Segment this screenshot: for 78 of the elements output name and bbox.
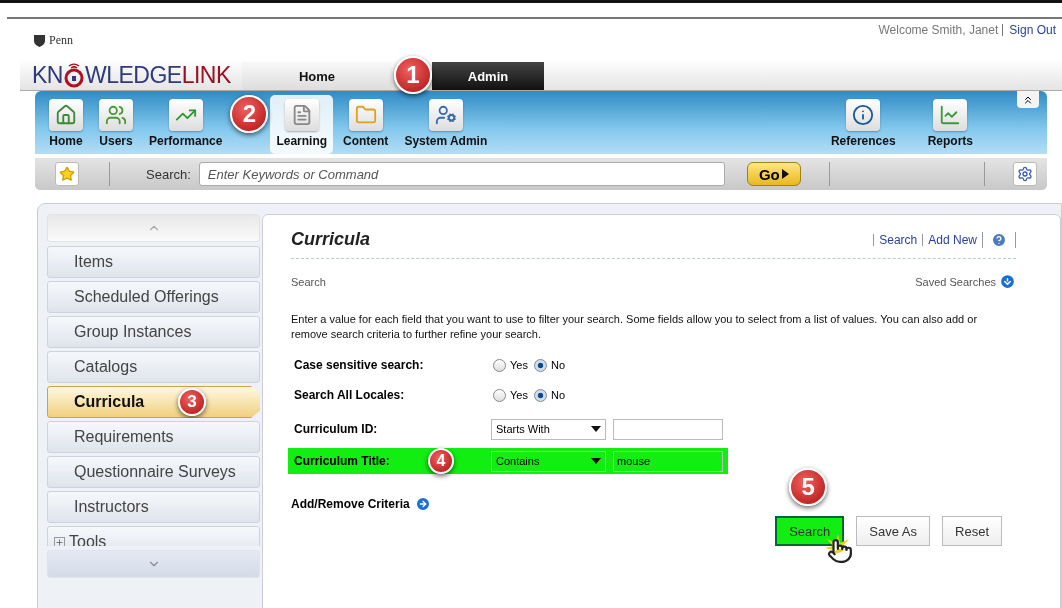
sidebar-item[interactable]: Requirements [47,421,260,453]
expand-icon [54,536,65,546]
radio-label: No [550,389,565,401]
sidebar-item[interactable]: Group Instances [47,316,260,348]
users-icon [105,104,127,126]
action-button[interactable]: Search [775,516,845,546]
university-name: Penn [49,33,73,48]
collapse-button[interactable] [1017,91,1039,108]
star-icon [59,166,75,182]
toolbar-button[interactable]: Reports [921,95,979,154]
operator-dropdown[interactable]: Starts With [491,418,606,440]
go-button[interactable]: Go [746,162,801,186]
toolbar-button[interactable]: Learning [270,95,334,154]
search-field[interactable]: Enter Keywords or Command [198,162,725,186]
sidebar-item[interactable]: Items [47,246,260,278]
logo-text: KN [32,61,63,89]
step-number-badge: 4 [428,448,454,474]
logo-text: WLEDGE [84,61,182,89]
criteria-label: Curriculum Title: [294,454,390,468]
header-link[interactable]: Add New [922,233,982,246]
toolbar-button[interactable]: Content [337,95,395,154]
house-icon [55,104,77,126]
arrow-down-icon [999,273,1016,290]
criteria-input[interactable]: mouse [613,450,723,472]
arrow-right-icon [414,496,431,512]
radio-button[interactable] [533,358,547,372]
signal-ring-icon [62,62,85,88]
dropdown-arrow-icon [591,458,601,464]
action-button[interactable]: Reset [942,516,1002,546]
info-icon [852,104,875,126]
step-number-badge: 3 [178,388,206,416]
radio-label: No [550,359,565,371]
option-label: Search All Locales: [294,388,406,402]
page-title: Curricula [291,229,371,250]
step-number-badge: 2 [230,95,269,133]
instructions-text: Enter a value for each field that you want to use to filter your search. Some fields allow you to select from a list of values. You can also add or remove search criteria to further refine your search. [291,312,979,342]
toolbar-button[interactable]: Performance [143,95,229,154]
toolbar-button[interactable]: Home [43,95,89,154]
criteria-input[interactable] [613,418,723,440]
sidebar-item[interactable]: Scheduled Offerings [47,281,260,313]
radio-label: Yes [510,359,528,371]
radio-label: Yes [510,389,528,401]
step-number-badge: 5 [789,468,828,506]
sidebar-item[interactable]: Questionnaire Surveys [47,456,260,488]
saved-searches-link[interactable]: Saved Searches [915,275,996,288]
folder-icon [354,104,377,126]
criteria-label: Curriculum ID: [294,422,378,436]
option-label: Case sensitive search: [294,358,425,372]
logo-text: LINK [181,61,231,89]
dropdown-arrow-icon [591,426,601,432]
step-number-badge: 1 [394,56,432,94]
add-remove-criteria-link[interactable]: Add/Remove Criteria [291,497,410,511]
toolbar-button[interactable]: System Admin [398,95,494,154]
search-label: Search: [146,166,191,182]
top-tab[interactable]: Admin [432,62,544,90]
header-link[interactable]: Search [873,233,923,246]
operator-dropdown[interactable]: Contains [491,450,606,472]
help-icon[interactable] [991,231,1007,248]
welcome-text: Welcome Smith, Janet [878,24,1004,36]
sidebar-item[interactable]: Curricula 3 [47,386,260,418]
action-button[interactable]: Save As [856,516,931,546]
settings-button[interactable] [1013,162,1037,186]
top-tab[interactable]: Home [242,62,392,90]
radio-button[interactable] [493,388,506,402]
toolbar-button[interactable]: Users [93,95,139,154]
play-icon [781,169,789,179]
favorites-button[interactable] [55,162,79,186]
line-chart-icon [939,104,962,126]
radio-button[interactable] [533,388,547,402]
toolbar-button[interactable]: References [824,95,902,154]
user-gear-icon [434,104,457,126]
sign-out-link[interactable]: Sign Out [1009,23,1056,37]
settings-icon [1017,166,1033,182]
sidebar-item[interactable]: Catalogs [47,351,260,383]
sidebar-item[interactable]: Instructors [47,491,260,523]
section-label: Search [291,275,326,288]
radio-button[interactable] [493,358,506,372]
shield-icon [34,34,45,47]
